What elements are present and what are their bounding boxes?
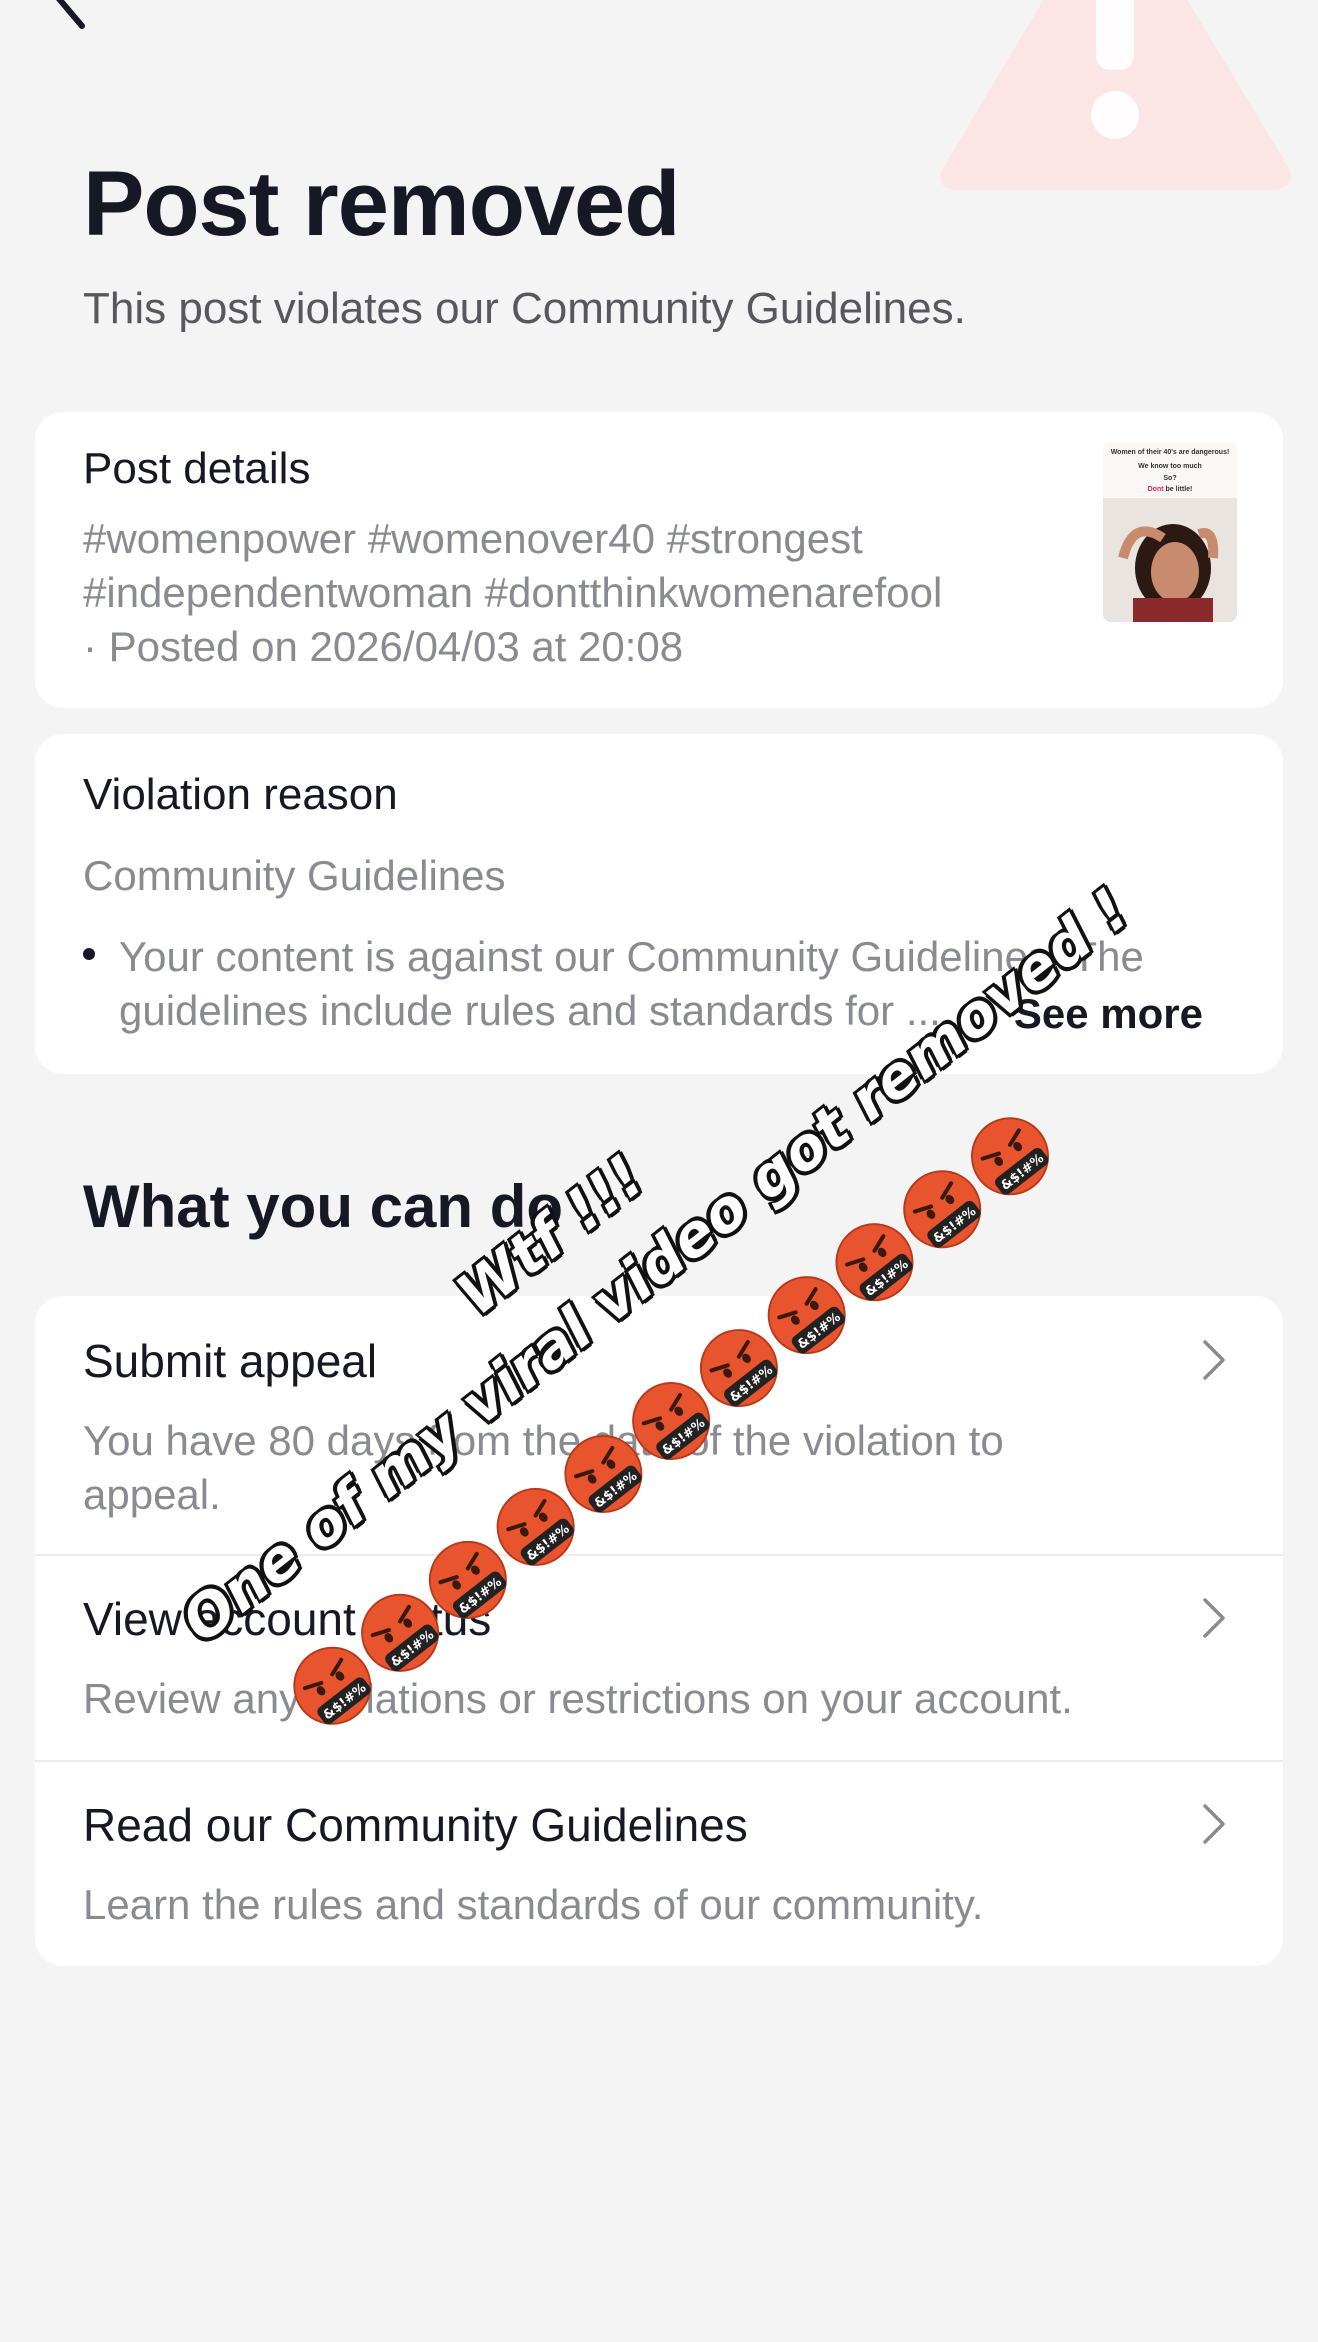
svg-text:&$!#%: &$!#% — [863, 1257, 912, 1300]
submit-appeal-desc: You have 80 days from the date of the vi… — [83, 1417, 1004, 1518]
view-account-status-desc: Review any violations or restrictions on… — [83, 1675, 1073, 1722]
chevron-left-icon — [56, 0, 85, 29]
post-date: · Posted on 2026/04/03 at 20:08 — [83, 623, 684, 670]
face-with-symbols-on-mouth-icon: &$!#% — [970, 1117, 1049, 1196]
thumbnail-caption-2: We know too much — [1138, 463, 1202, 470]
view-account-status-row[interactable]: View account status Review any violation… — [35, 1554, 1283, 1760]
submit-appeal-title: Submit appeal — [83, 1335, 378, 1387]
chevron-right-icon — [1203, 1804, 1225, 1844]
sticker-overlay: Wtf !!! One of my viral video got remove… — [0, 0, 1318, 2342]
post-details-card[interactable]: Post details #womenpower #womenover40 #s… — [35, 412, 1283, 708]
face-with-symbols-on-mouth-icon: &$!#% — [903, 1170, 982, 1249]
post-details-body: #womenpower #womenover40 #strongest #ind… — [83, 512, 1093, 674]
section-title: What you can do — [83, 1173, 563, 1240]
violation-title: Violation reason — [83, 770, 398, 819]
thumbnail-photo — [1103, 498, 1237, 622]
see-more-link[interactable]: See more — [1009, 990, 1203, 1038]
actions-card: Submit appeal You have 80 days from the … — [35, 1296, 1283, 1966]
post-details-title: Post details — [83, 444, 311, 493]
back-button[interactable] — [38, 0, 98, 30]
post-hashtags-line-1: #womenpower #womenover40 #strongest — [83, 515, 863, 562]
svg-text:&$!#%: &$!#% — [998, 1151, 1047, 1194]
thumbnail-caption-4: Dont be little! — [1147, 486, 1193, 493]
thumbnail-caption-1: Women of their 40's are dangerous! — [1110, 449, 1230, 456]
post-hashtags-line-2: #independentwoman #dontthinkwomenarefool — [83, 569, 943, 616]
read-guidelines-title: Read our Community Guidelines — [83, 1799, 748, 1851]
read-guidelines-desc: Learn the rules and standards of our com… — [83, 1881, 984, 1928]
violation-category: Community Guidelines — [83, 852, 506, 899]
thumbnail-caption-3: So? — [1163, 475, 1177, 482]
bullet-dot — [83, 948, 95, 960]
violation-text-line-1: Your content is against our Community Gu… — [119, 933, 1144, 980]
post-thumbnail[interactable]: Women of their 40's are dangerous! We kn… — [1103, 442, 1237, 622]
page-title: Post removed — [83, 153, 680, 255]
page-subtitle: This post violates our Community Guideli… — [83, 284, 966, 333]
chevron-right-icon — [1203, 1340, 1225, 1380]
svg-text:&$!#%: &$!#% — [930, 1204, 979, 1247]
violation-card: Violation reason Community Guidelines Yo… — [35, 734, 1283, 1074]
chevron-right-icon — [1203, 1598, 1225, 1638]
view-account-status-title: View account status — [83, 1593, 492, 1645]
read-guidelines-row[interactable]: Read our Community Guidelines Learn the … — [35, 1760, 1283, 1966]
submit-appeal-row[interactable]: Submit appeal You have 80 days from the … — [35, 1296, 1283, 1554]
warning-icon — [940, 0, 1291, 190]
